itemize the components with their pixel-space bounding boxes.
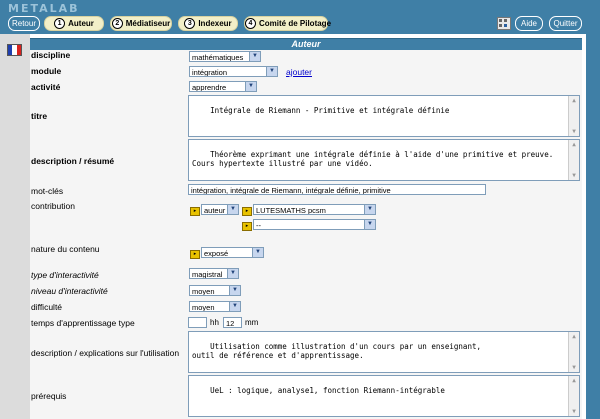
top-navigation-bar: METALAB Retour 1 Auteur 2 Médiatiseur 3 Ind… <box>0 0 600 34</box>
quitter-button[interactable]: Quitter <box>549 16 582 31</box>
scroll-down-icon[interactable]: ▼ <box>569 407 579 416</box>
discipline-value: mathématiques <box>192 53 244 62</box>
titre-textarea[interactable]: Intégrale de Riemann - Primitive et inté… <box>188 95 580 137</box>
scroll-up-icon[interactable]: ▲ <box>569 140 579 149</box>
app-logo: METALAB <box>8 2 80 15</box>
chevron-down-icon: ▼ <box>249 52 260 61</box>
info-marker-icon[interactable]: ▸ <box>190 250 200 259</box>
tab-label: Comité de Pilotage <box>259 19 332 28</box>
type-interactivite-value: magistral <box>192 270 223 279</box>
french-flag-icon[interactable] <box>7 44 22 56</box>
scroll-down-icon[interactable]: ▼ <box>569 127 579 136</box>
discipline-select[interactable]: mathématiques ▼ <box>189 51 261 62</box>
activite-label: activité <box>31 82 61 92</box>
chevron-down-icon: ▼ <box>364 220 375 229</box>
chevron-down-icon: ▼ <box>252 248 263 257</box>
contribution-role-select[interactable]: auteur ▼ <box>201 204 239 215</box>
chevron-down-icon: ▼ <box>227 269 238 278</box>
description-textarea[interactable]: Théorème exprimant une intégrale définie… <box>188 139 580 181</box>
type-interactivite-select[interactable]: magistral ▼ <box>189 268 239 279</box>
scrollbar[interactable]: ▲ ▼ <box>568 332 579 372</box>
temps-mm-value: 12 <box>226 319 235 328</box>
module-select[interactable]: intégration ▼ <box>189 66 278 77</box>
motcles-value: intégration, intégrale de Riemann, intég… <box>191 186 391 195</box>
scroll-down-icon[interactable]: ▼ <box>569 363 579 372</box>
step-number: 1 <box>54 18 66 29</box>
explications-value: Utilisation comme illustration d'un cour… <box>192 342 481 360</box>
prerequis-value: UeL : logique, analyse1, fonction Rieman… <box>210 386 445 395</box>
ajouter-link[interactable]: ajouter <box>286 67 312 77</box>
page: METALAB Retour 1 Auteur 2 Médiatiseur 3 Ind… <box>0 0 600 419</box>
temps-mm-input[interactable]: 12 <box>223 317 242 328</box>
difficulte-select[interactable]: moyen ▼ <box>189 301 241 312</box>
module-label: module <box>31 66 62 76</box>
difficulte-value: moyen <box>192 303 215 312</box>
temps-mm-unit: mm <box>245 318 259 327</box>
contribution-org-value: LUTESMATHS pcsm <box>256 206 326 215</box>
scroll-up-icon[interactable]: ▲ <box>569 332 579 341</box>
contribution-org-select[interactable]: LUTESMATHS pcsm ▼ <box>253 204 376 215</box>
description-value: Théorème exprimant une intégrale définie… <box>192 150 554 168</box>
info-marker-icon[interactable]: ▸ <box>190 207 200 216</box>
chevron-down-icon: ▼ <box>245 82 256 91</box>
aide-button[interactable]: Aide <box>515 16 543 31</box>
scroll-up-icon[interactable]: ▲ <box>569 376 579 385</box>
retour-button[interactable]: Retour <box>8 16 40 31</box>
tab-mediatiseur[interactable]: 2 Médiatiseur <box>110 16 172 31</box>
description-label: description / résumé <box>31 156 115 166</box>
activite-select[interactable]: apprendre ▼ <box>189 81 257 92</box>
module-value: intégration <box>192 68 228 77</box>
prerequis-label: prérequis <box>31 391 67 401</box>
tab-auteur[interactable]: 1 Auteur <box>44 16 104 31</box>
left-gutter <box>0 34 30 419</box>
prerequis-textarea[interactable]: UeL : logique, analyse1, fonction Rieman… <box>188 375 580 417</box>
chevron-down-icon: ▼ <box>364 205 375 214</box>
step-number: 4 <box>245 18 256 29</box>
scrollbar[interactable]: ▲ ▼ <box>568 376 579 416</box>
temps-hh-input[interactable] <box>188 317 207 328</box>
step-number: 2 <box>111 18 123 29</box>
scrollbar[interactable]: ▲ ▼ <box>568 96 579 136</box>
niveau-interactivite-value: moyen <box>192 287 215 296</box>
type-interactivite-label: type d'interactivité <box>31 270 99 280</box>
contribution-role-value: auteur <box>204 206 226 215</box>
chevron-down-icon: ▼ <box>266 67 277 76</box>
temps-hh-unit: hh <box>210 318 219 327</box>
explications-label: description / explications sur l'utilisa… <box>31 348 180 358</box>
section-title: Auteur <box>30 38 582 50</box>
niveau-interactivite-label: niveau d'interactivité <box>31 286 108 296</box>
scrollbar[interactable]: ▲ ▼ <box>568 140 579 180</box>
info-marker-icon[interactable]: ▸ <box>242 207 252 216</box>
nature-label: nature du contenu <box>31 244 100 254</box>
titre-value: Intégrale de Riemann - Primitive et inté… <box>210 106 450 115</box>
step-number: 3 <box>184 18 196 29</box>
tab-label: Médiatiseur <box>125 19 171 28</box>
nature-select[interactable]: exposé ▼ <box>201 247 264 258</box>
titre-label: titre <box>31 111 48 121</box>
niveau-interactivite-select[interactable]: moyen ▼ <box>189 285 241 296</box>
scroll-down-icon[interactable]: ▼ <box>569 171 579 180</box>
tab-comite-de-pilotage[interactable]: 4 Comité de Pilotage <box>244 16 332 31</box>
tab-indexeur[interactable]: 3 Indexeur <box>178 16 238 31</box>
temps-label: temps d'apprentissage type <box>31 318 135 328</box>
motcles-label: mot-clés <box>31 186 64 196</box>
discipline-label: discipline <box>31 50 71 60</box>
contribution-org2-select[interactable]: -- ▼ <box>253 219 376 230</box>
chevron-down-icon: ▼ <box>229 302 240 311</box>
info-marker-icon[interactable]: ▸ <box>242 222 252 231</box>
activite-value: apprendre <box>192 83 227 92</box>
toolbar-grid-icon[interactable] <box>497 17 511 30</box>
motcles-input[interactable]: intégration, intégrale de Riemann, intég… <box>188 184 486 195</box>
chevron-down-icon: ▼ <box>229 286 240 295</box>
contribution-org2-value: -- <box>256 221 261 230</box>
scroll-up-icon[interactable]: ▲ <box>569 96 579 105</box>
tab-label: Indexeur <box>198 19 232 28</box>
nature-value: exposé <box>204 249 229 258</box>
contribution-label: contribution <box>31 201 75 211</box>
explications-textarea[interactable]: Utilisation comme illustration d'un cour… <box>188 331 580 373</box>
right-gutter <box>586 34 600 419</box>
chevron-down-icon: ▼ <box>227 205 238 214</box>
difficulte-label: difficulté <box>31 302 63 312</box>
tab-label: Auteur <box>68 19 94 28</box>
